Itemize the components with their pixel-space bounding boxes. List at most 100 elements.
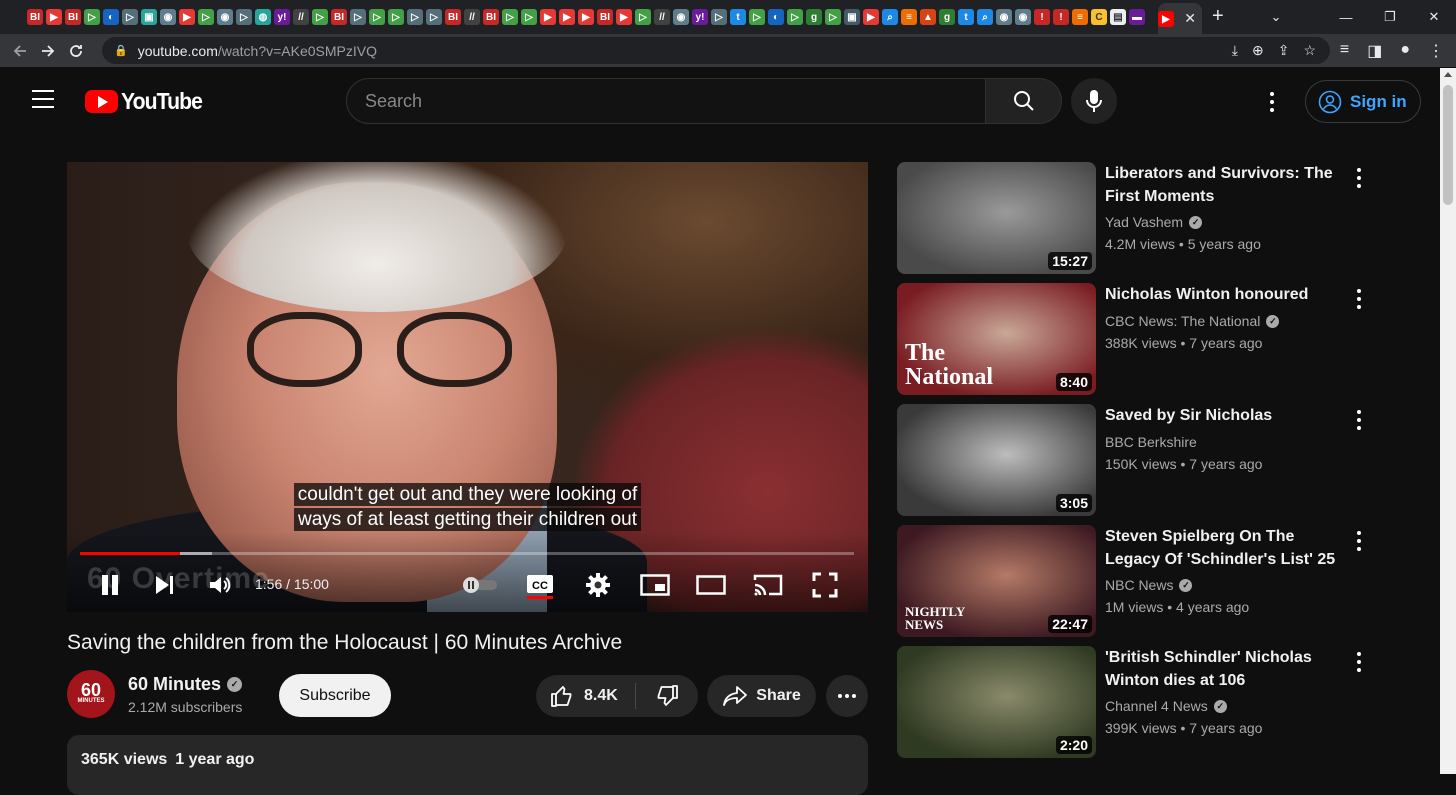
close-tab-icon[interactable]: ✕ xyxy=(1184,10,1196,27)
tab-favicon-icon[interactable]: ▶ xyxy=(578,9,594,25)
tab-favicon-icon[interactable]: ▷ xyxy=(426,9,442,25)
recommendation-title[interactable]: Steven Spielberg On The Legacy Of 'Schin… xyxy=(1105,525,1345,571)
tab-search-icon[interactable]: ⌄ xyxy=(1254,0,1298,34)
autoplay-toggle[interactable] xyxy=(460,570,500,600)
tab-favicon-icon[interactable]: ▤ xyxy=(1110,9,1126,25)
more-actions-button[interactable] xyxy=(826,675,868,717)
tab-favicon-icon[interactable]: g xyxy=(939,9,955,25)
tab-favicon-icon[interactable]: ▷ xyxy=(198,9,214,25)
recommendation-title[interactable]: Liberators and Survivors: The First Mome… xyxy=(1105,162,1345,208)
tab-favicon-icon[interactable]: ▷ xyxy=(122,9,138,25)
recommendation-menu-icon[interactable] xyxy=(1355,531,1363,551)
recommendation-menu-icon[interactable] xyxy=(1355,168,1363,188)
tab-favicon-icon[interactable]: ≡ xyxy=(901,9,917,25)
tab-favicon-icon[interactable]: ▶ xyxy=(616,9,632,25)
channel-name[interactable]: 60 Minutes ✓ xyxy=(128,674,243,695)
recommendation-thumbnail[interactable]: The National 8:40 xyxy=(897,283,1096,395)
channel-avatar[interactable]: 60 MINUTES xyxy=(67,670,115,718)
tab-favicon-icon[interactable]: BI xyxy=(65,9,81,25)
voice-search-button[interactable] xyxy=(1071,78,1117,124)
tab-favicon-icon[interactable]: // xyxy=(464,9,480,25)
recommendation-title[interactable]: Nicholas Winton honoured xyxy=(1105,283,1345,306)
tab-favicon-icon[interactable]: BI xyxy=(27,9,43,25)
share-page-icon[interactable]: ⇪ xyxy=(1278,42,1290,59)
forward-icon[interactable] xyxy=(34,37,62,65)
address-bar[interactable]: 🔒 youtube.com/watch?v=AKe0SMPzIVQ ⤓ ⊕ ⇪ … xyxy=(102,37,1330,64)
recommendation-thumbnail[interactable]: 3:05 xyxy=(897,404,1096,516)
dislike-button[interactable] xyxy=(636,684,698,708)
tab-favicon-icon[interactable]: ▷ xyxy=(521,9,537,25)
sign-in-button[interactable]: Sign in xyxy=(1305,80,1421,123)
recommendation-menu-icon[interactable] xyxy=(1355,410,1363,430)
back-icon[interactable] xyxy=(6,37,34,65)
tab-favicon-icon[interactable]: ◉ xyxy=(1015,9,1031,25)
tab-favicon-icon[interactable]: ▶ xyxy=(863,9,879,25)
restore-icon[interactable]: ❐ xyxy=(1368,0,1412,34)
new-tab-button[interactable]: + xyxy=(1212,5,1224,28)
recommendation-channel[interactable]: BBC Berkshire xyxy=(1105,434,1197,450)
tab-favicon-icon[interactable]: ▷ xyxy=(635,9,651,25)
like-button[interactable]: 8.4K xyxy=(536,684,635,708)
tab-favicon-icon[interactable]: ⌕ xyxy=(882,9,898,25)
recommendation-channel[interactable]: NBC News ✓ xyxy=(1105,577,1193,593)
tab-favicon-icon[interactable]: ◐ xyxy=(103,9,119,25)
tab-favicon-icon[interactable]: ▷ xyxy=(350,9,366,25)
share-button[interactable]: Share xyxy=(707,675,816,717)
tab-favicon-icon[interactable]: ◐ xyxy=(768,9,784,25)
tab-favicon-icon[interactable]: t xyxy=(958,9,974,25)
tab-favicon-icon[interactable]: t xyxy=(730,9,746,25)
recommendation-title[interactable]: 'British Schindler' Nicholas Winton dies… xyxy=(1105,646,1345,692)
tab-favicon-icon[interactable]: ▷ xyxy=(369,9,385,25)
tab-favicon-icon[interactable]: BI xyxy=(597,9,613,25)
pause-button[interactable] xyxy=(95,570,125,600)
tab-favicon-icon[interactable]: ▲ xyxy=(920,9,936,25)
tab-favicon-icon[interactable]: ▷ xyxy=(825,9,841,25)
recommendation-card[interactable]: 2:20 'British Schindler' Nicholas Winton … xyxy=(897,646,1377,758)
tab-favicon-icon[interactable]: ◉ xyxy=(673,9,689,25)
settings-menu-icon[interactable] xyxy=(1262,90,1282,114)
tab-favicon-icon[interactable]: ▶ xyxy=(179,9,195,25)
recommendation-channel[interactable]: Yad Vashem ✓ xyxy=(1105,214,1203,230)
browser-menu-icon[interactable]: ⋮ xyxy=(1428,41,1444,61)
minimize-icon[interactable]: — xyxy=(1324,0,1368,34)
zoom-icon[interactable]: ⊕ xyxy=(1252,42,1264,59)
tab-favicon-icon[interactable]: ◍ xyxy=(255,9,271,25)
next-button[interactable] xyxy=(149,570,179,600)
tab-favicon-icon[interactable]: BI xyxy=(445,9,461,25)
tab-favicon-icon[interactable]: ▷ xyxy=(388,9,404,25)
lock-icon[interactable]: 🔒 xyxy=(114,44,128,57)
youtube-logo[interactable]: YouTube xyxy=(85,88,209,115)
tab-favicon-icon[interactable]: ▷ xyxy=(84,9,100,25)
recommendation-menu-icon[interactable] xyxy=(1355,289,1363,309)
recommendation-card[interactable]: 3:05 Saved by Sir Nicholas BBC Berkshire 15… xyxy=(897,404,1377,516)
recommendation-channel[interactable]: Channel 4 News ✓ xyxy=(1105,698,1227,714)
tab-favicon-icon[interactable]: y! xyxy=(274,9,290,25)
recommendation-card[interactable]: The National 8:40 Nicholas Winton honoured… xyxy=(897,283,1377,395)
settings-button[interactable] xyxy=(583,570,613,600)
tab-favicon-icon[interactable]: BI xyxy=(331,9,347,25)
tab-favicon-icon[interactable]: ▶ xyxy=(540,9,556,25)
tab-favicon-icon[interactable]: ◉ xyxy=(996,9,1012,25)
recommendation-thumbnail[interactable]: 2:20 xyxy=(897,646,1096,758)
tab-favicon-icon[interactable]: ! xyxy=(1034,9,1050,25)
miniplayer-button[interactable] xyxy=(639,570,671,600)
tab-favicon-icon[interactable]: // xyxy=(654,9,670,25)
tab-favicon-icon[interactable]: ▣ xyxy=(141,9,157,25)
description-box[interactable]: 365K views 1 year ago xyxy=(67,735,868,795)
tab-favicon-icon[interactable]: // xyxy=(293,9,309,25)
tab-favicon-icon[interactable]: ▷ xyxy=(787,9,803,25)
tab-favicon-icon[interactable]: ▷ xyxy=(502,9,518,25)
profile-icon[interactable]: ● xyxy=(1400,41,1410,61)
recommendation-thumbnail[interactable]: 15:27 xyxy=(897,162,1096,274)
subscribe-button[interactable]: Subscribe xyxy=(279,674,391,717)
recommendation-channel[interactable]: CBC News: The National ✓ xyxy=(1105,313,1280,329)
scroll-up-icon[interactable] xyxy=(1444,72,1452,77)
tab-favicon-icon[interactable]: ⌕ xyxy=(977,9,993,25)
recommendation-card[interactable]: NIGHTLY NEWS 22:47 Steven Spielberg On The… xyxy=(897,525,1377,637)
cast-button[interactable] xyxy=(752,570,784,600)
reload-icon[interactable] xyxy=(62,37,90,65)
tab-favicon-icon[interactable]: ≡ xyxy=(1072,9,1088,25)
bookmark-star-icon[interactable]: ☆ xyxy=(1303,42,1316,59)
progress-bar[interactable] xyxy=(80,552,854,555)
tab-favicon-icon[interactable]: ▬ xyxy=(1129,9,1145,25)
